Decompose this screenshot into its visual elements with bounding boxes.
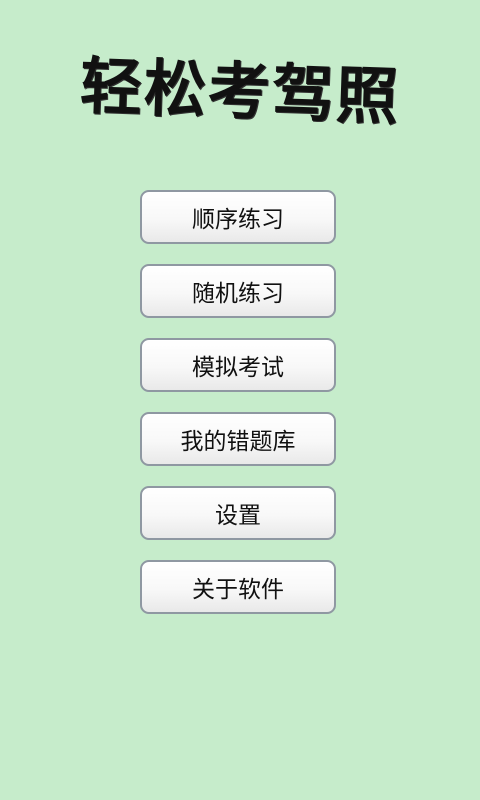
random-practice-button[interactable]: 随机练习 xyxy=(140,264,336,318)
app-title: 轻松考驾照 xyxy=(78,49,402,134)
main-screen: 轻松考驾照 顺序练习 随机练习 模拟考试 我的错题库 设置 关于软件 xyxy=(0,0,480,800)
settings-button[interactable]: 设置 xyxy=(140,486,336,540)
mock-exam-button[interactable]: 模拟考试 xyxy=(140,338,336,392)
wrong-questions-button[interactable]: 我的错题库 xyxy=(140,412,336,466)
about-software-button[interactable]: 关于软件 xyxy=(140,560,336,614)
main-menu: 顺序练习 随机练习 模拟考试 我的错题库 设置 关于软件 xyxy=(140,190,340,634)
sequential-practice-button[interactable]: 顺序练习 xyxy=(140,190,336,244)
